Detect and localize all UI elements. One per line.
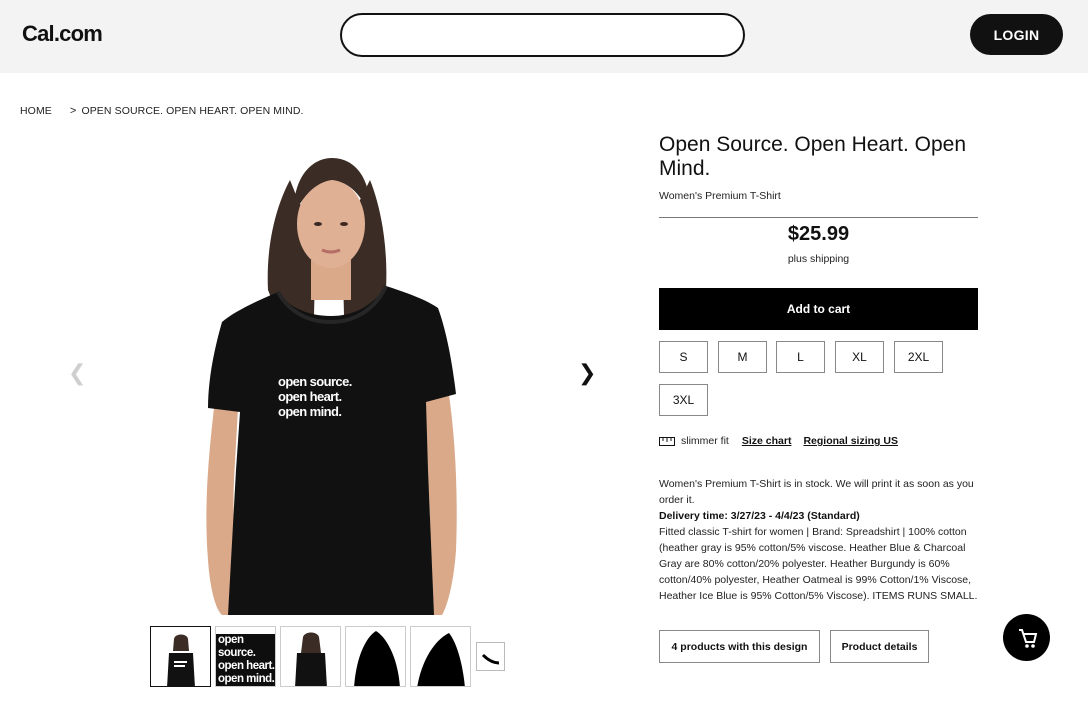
shirt-print-line-1: open source. bbox=[278, 374, 352, 389]
breadcrumb-home[interactable]: HOME bbox=[20, 105, 52, 117]
add-to-cart-button[interactable]: Add to cart bbox=[659, 288, 978, 330]
thumbnail-sleeve-detail bbox=[354, 631, 400, 686]
size-option-l[interactable]: L bbox=[776, 341, 825, 373]
breadcrumb-separator: > bbox=[69, 105, 77, 117]
breadcrumb: HOME > OPEN SOURCE. OPEN HEART. OPEN MIN… bbox=[20, 105, 304, 117]
size-chart-link[interactable]: Size chart bbox=[742, 435, 792, 447]
breadcrumb-current: OPEN SOURCE. OPEN HEART. OPEN MIND. bbox=[81, 105, 304, 117]
size-option-2xl[interactable]: 2XL bbox=[894, 341, 943, 373]
size-option-s[interactable]: S bbox=[659, 341, 708, 373]
thumbnail-strip: open source. open heart. open mind. bbox=[150, 626, 475, 687]
shirt-print-line-2: open heart. bbox=[278, 389, 341, 404]
thumbnail-text-line-1: open source. bbox=[218, 634, 256, 659]
divider bbox=[659, 217, 978, 218]
fit-row: slimmer fit Size chart Regional sizing U… bbox=[659, 435, 898, 447]
cart-button[interactable] bbox=[1003, 614, 1050, 661]
thumbnail-side-detail bbox=[417, 633, 465, 686]
size-option-xl[interactable]: XL bbox=[835, 341, 884, 373]
thumbnail-6[interactable] bbox=[476, 642, 505, 671]
top-bar: Cal.com LOGIN bbox=[0, 0, 1088, 73]
thumbnail-text-line-2: open heart. bbox=[218, 659, 275, 672]
chevron-right-icon[interactable]: ❯ bbox=[578, 362, 596, 384]
delivery-time: Delivery time: 3/27/23 - 4/4/23 (Standar… bbox=[659, 510, 860, 522]
search-input[interactable] bbox=[340, 13, 745, 57]
chevron-left-icon[interactable]: ❮ bbox=[68, 362, 86, 384]
stock-text: Women's Premium T-Shirt is in stock. We … bbox=[659, 478, 974, 506]
regional-sizing-link[interactable]: Regional sizing US bbox=[803, 435, 898, 447]
size-option-3xl[interactable]: 3XL bbox=[659, 384, 708, 416]
product-details-text: Fitted classic T-shirt for women | Brand… bbox=[659, 526, 978, 602]
thumbnail-3[interactable] bbox=[280, 626, 341, 687]
product-details-button[interactable]: Product details bbox=[830, 630, 929, 663]
product-title: Open Source. Open Heart. Open Mind. bbox=[659, 133, 967, 180]
thumbnail-1[interactable] bbox=[150, 626, 211, 687]
thumbnail-fabric-detail bbox=[481, 653, 500, 665]
thumbnail-4[interactable] bbox=[345, 626, 406, 687]
thumbnail-design: open source. open heart. open mind. bbox=[216, 634, 275, 686]
ruler-icon bbox=[659, 436, 675, 446]
product-description: Women's Premium T-Shirt is in stock. We … bbox=[659, 476, 981, 604]
product-subtitle: Women's Premium T-Shirt bbox=[659, 190, 781, 202]
product-main-image[interactable]: open source. open heart. open mind. bbox=[186, 140, 476, 618]
fit-label: slimmer fit bbox=[681, 435, 729, 447]
thumbnail-text-line-3: open mind. bbox=[218, 672, 275, 685]
thumbnail-2[interactable]: open source. open heart. open mind. bbox=[215, 626, 276, 687]
size-option-m[interactable]: M bbox=[718, 341, 767, 373]
products-with-design-button[interactable]: 4 products with this design bbox=[659, 630, 820, 663]
shirt-print-line-3: open mind. bbox=[278, 404, 341, 419]
thumbnail-model-back bbox=[295, 632, 327, 686]
thumbnail-5[interactable] bbox=[410, 626, 471, 687]
cart-icon bbox=[1019, 629, 1038, 648]
product-price: $25.99 bbox=[787, 223, 850, 245]
site-logo[interactable]: Cal.com bbox=[22, 21, 103, 47]
shipping-note: plus shipping bbox=[787, 253, 850, 265]
login-button[interactable]: LOGIN bbox=[970, 14, 1063, 55]
thumbnail-model-front bbox=[167, 634, 195, 686]
